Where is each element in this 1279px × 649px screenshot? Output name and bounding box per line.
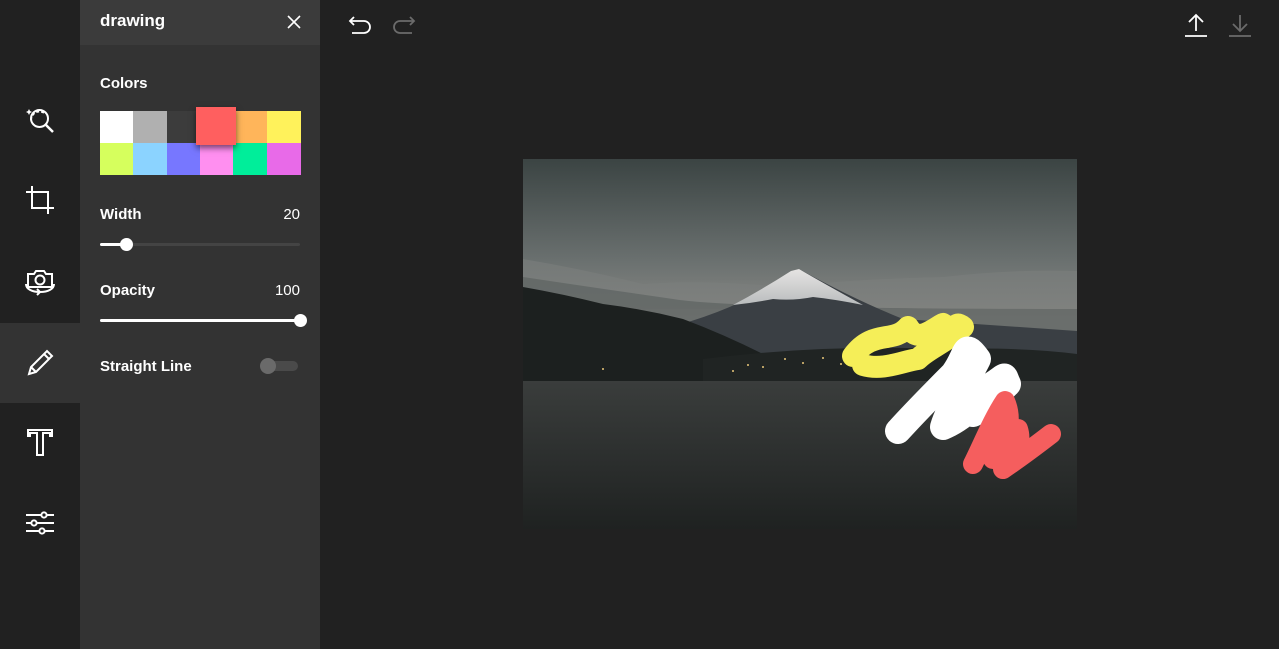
straight-line-toggle[interactable] — [260, 358, 300, 374]
draw-tool-button[interactable] — [0, 323, 80, 403]
color-swatch[interactable] — [100, 111, 134, 143]
opacity-label: Opacity — [100, 282, 156, 299]
rotate-tool-button[interactable] — [0, 240, 80, 320]
drawing-panel: drawing Colors Width 20 Opacity 100 Stra… — [80, 0, 320, 649]
image-canvas[interactable] — [523, 159, 1077, 529]
width-slider[interactable] — [100, 237, 300, 251]
color-swatch[interactable] — [166, 143, 201, 175]
redo-icon — [393, 16, 416, 34]
color-swatch[interactable] — [266, 111, 301, 143]
crop-icon — [26, 186, 54, 214]
adjust-tool-button[interactable] — [0, 483, 80, 563]
width-label: Width — [100, 206, 142, 223]
color-swatch[interactable] — [233, 143, 268, 175]
upload-icon — [1185, 13, 1207, 37]
upload-button[interactable] — [1183, 12, 1209, 38]
color-swatch[interactable] — [133, 143, 168, 175]
color-swatch[interactable] — [133, 111, 168, 143]
color-swatch[interactable] — [266, 143, 301, 175]
color-swatch[interactable] — [100, 143, 134, 175]
redo-button[interactable] — [391, 14, 417, 36]
undo-icon — [348, 16, 371, 34]
color-palette — [100, 107, 301, 175]
slider-thumb[interactable] — [120, 238, 133, 251]
text-tool-button[interactable] — [0, 403, 80, 483]
pencil-icon — [27, 349, 54, 376]
slider-thumb[interactable] — [294, 314, 307, 327]
slider-fill — [100, 319, 300, 322]
panel-header: drawing — [80, 0, 320, 45]
color-swatch[interactable] — [233, 111, 268, 143]
camera-rotate-icon — [25, 270, 55, 296]
width-value: 20 — [283, 206, 300, 223]
download-button[interactable] — [1227, 12, 1253, 38]
mountain-lake-photo — [523, 159, 1077, 529]
opacity-value: 100 — [274, 282, 300, 299]
download-icon — [1229, 15, 1251, 37]
crop-tool-button[interactable] — [0, 160, 80, 240]
toggle-knob — [260, 358, 276, 374]
sliders-icon — [26, 511, 54, 535]
color-swatch[interactable] — [200, 143, 234, 175]
filter-tool-button[interactable] — [0, 80, 80, 160]
tool-sidebar — [0, 0, 80, 649]
magic-search-icon — [26, 109, 54, 133]
opacity-slider[interactable] — [100, 313, 307, 327]
colors-label: Colors — [100, 75, 148, 92]
color-swatch[interactable] — [196, 107, 236, 145]
text-icon — [27, 429, 53, 456]
undo-button[interactable] — [347, 14, 373, 36]
straight-line-label: Straight Line — [100, 358, 192, 375]
panel-title: drawing — [100, 11, 166, 30]
close-icon[interactable] — [284, 12, 304, 32]
